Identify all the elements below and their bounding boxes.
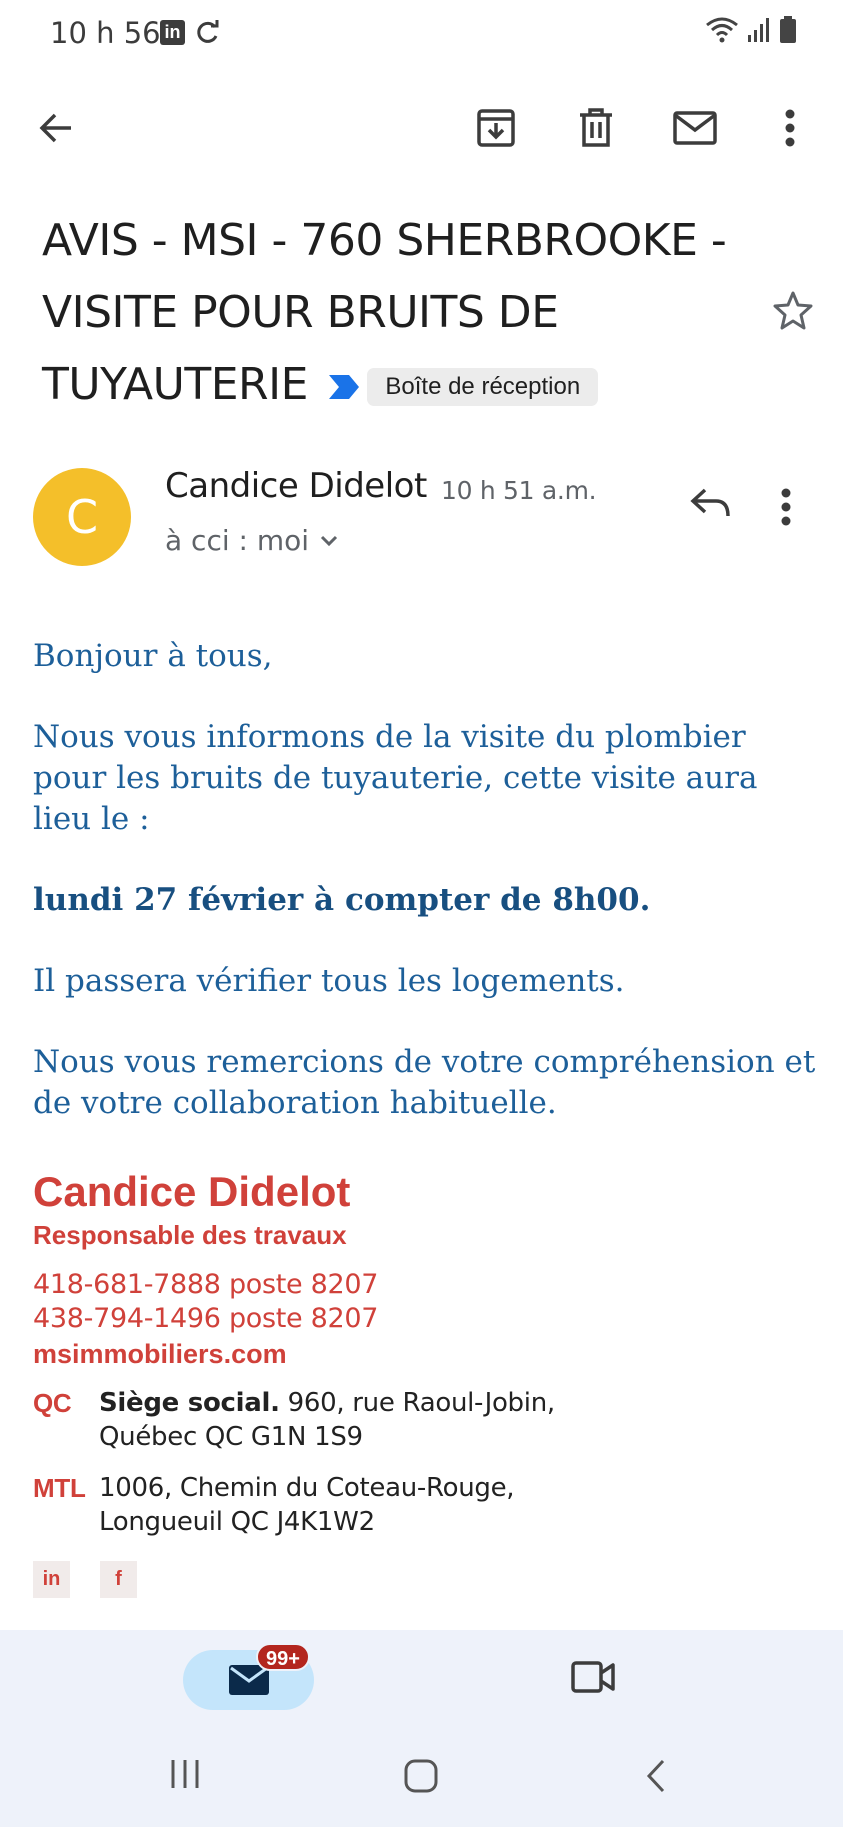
body-paragraph: Il passera vérifier tous les logements. [33, 963, 625, 999]
social-links: in f [33, 1561, 813, 1598]
address-mtl: MTL 1006, Chemin du Coteau-Rouge, Longue… [33, 1471, 813, 1539]
address-label: Siège social. [99, 1388, 280, 1418]
linkedin-link-icon[interactable]: in [33, 1561, 70, 1598]
visit-date: lundi 27 février à compter de 8h00. [33, 882, 651, 918]
address-code: QC [33, 1388, 72, 1418]
signature-title: Responsable des travaux [33, 1220, 347, 1250]
more-vert-icon[interactable] [768, 106, 812, 150]
battery-icon [780, 16, 796, 43]
delete-icon[interactable] [574, 106, 618, 150]
archive-icon[interactable] [474, 106, 518, 150]
signal-icon [748, 18, 769, 42]
bottom-nav: 99+ [0, 1630, 843, 1827]
address-line: 1006, Chemin du Coteau-Rouge, [99, 1473, 515, 1503]
sent-time: 10 h 51 a.m. [441, 476, 597, 505]
home-icon[interactable] [403, 1758, 439, 1794]
address-line: Longueuil QC J4K1W2 [99, 1507, 375, 1537]
signature: Candice Didelot Responsable des travaux … [33, 1166, 813, 1598]
email-body: Bonjour à tous, Nous vous informons de l… [33, 636, 823, 1164]
star-icon[interactable] [773, 290, 813, 335]
address-code: MTL [33, 1473, 86, 1503]
system-back-icon[interactable] [644, 1758, 668, 1794]
important-marker-icon[interactable] [327, 373, 361, 401]
recipients-text: à cci : moi [165, 524, 310, 557]
phone-link[interactable]: 418-681-7888 poste 8207 [33, 1268, 813, 1302]
greeting: Bonjour à tous, [33, 638, 273, 674]
phone-link[interactable]: 438-794-1496 poste 8207 [33, 1302, 813, 1336]
email-toolbar [0, 92, 843, 164]
status-bar: 10 h 56 in [0, 0, 843, 66]
body-paragraph: Nous vous informons de la visite du plom… [33, 719, 758, 837]
chevron-down-icon [320, 535, 338, 546]
inbox-label-chip[interactable]: Boîte de réception [367, 368, 599, 406]
back-arrow-icon[interactable] [34, 106, 78, 150]
address-line: 960, rue Raoul-Jobin, [279, 1388, 556, 1418]
sync-icon [197, 20, 219, 43]
email-subject: AVIS - MSI - 760 SHERBROOKE - VISITE POU… [42, 205, 752, 421]
facebook-link-icon[interactable]: f [100, 1561, 137, 1598]
status-time: 10 h 56 [50, 16, 161, 50]
website-link[interactable]: msimmobiliers.com [33, 1336, 813, 1372]
address-qc: QC Siège social. 960, rue Raoul-Jobin, Q… [33, 1386, 813, 1454]
video-icon[interactable] [571, 1660, 615, 1699]
body-paragraph: Nous vous remercions de votre compréhens… [33, 1044, 816, 1121]
sender-name: Candice Didelot [165, 466, 427, 506]
message-more-icon[interactable] [780, 488, 792, 531]
notification-icons: in [160, 19, 221, 45]
label-row: Boîte de réception [327, 368, 599, 406]
reply-icon[interactable] [690, 486, 732, 525]
mark-unread-icon[interactable] [673, 106, 717, 150]
signature-name: Candice Didelot [33, 1168, 351, 1215]
address-line: Québec QC G1N 1S9 [99, 1422, 363, 1452]
wifi-icon [706, 17, 738, 43]
avatar[interactable]: C [33, 468, 131, 566]
recent-apps-icon[interactable] [168, 1758, 202, 1790]
unread-badge: 99+ [256, 1643, 310, 1671]
recipients-toggle[interactable]: à cci : moi [165, 524, 339, 557]
system-icons [705, 16, 797, 44]
linkedin-icon: in [160, 19, 185, 45]
